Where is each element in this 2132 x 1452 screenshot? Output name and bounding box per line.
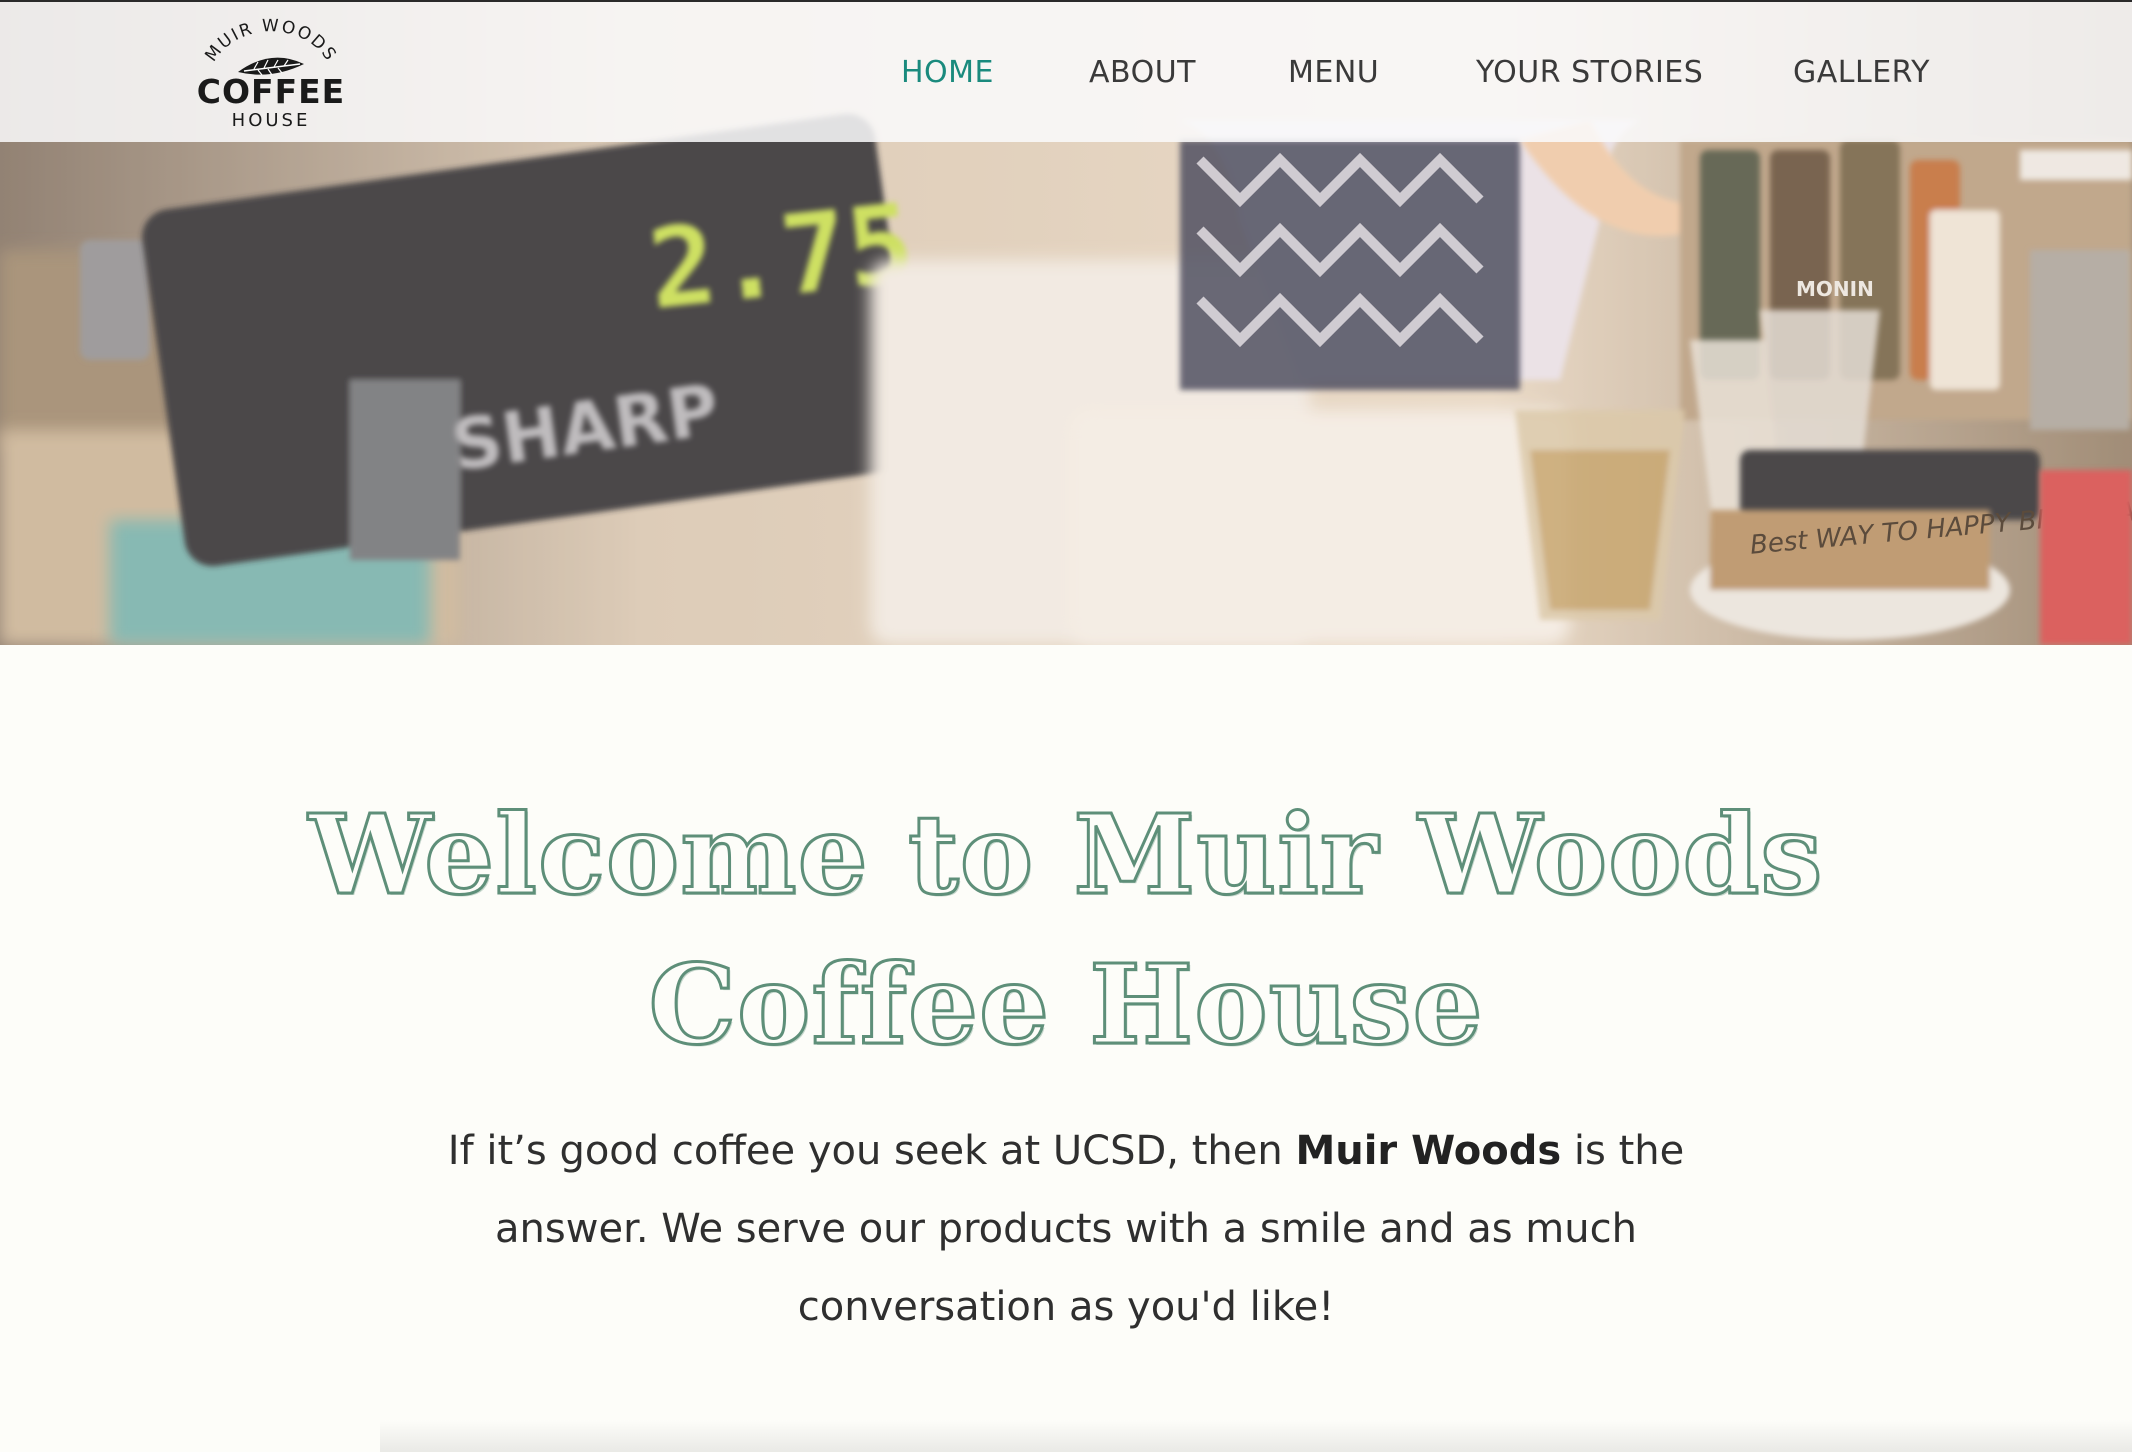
top-navbar: MUIR WOODS COFFEE HOUSE HOME ABOUT MENU … [0, 0, 2132, 142]
site-logo[interactable]: MUIR WOODS COFFEE HOUSE [196, 16, 346, 131]
intro-text-start: If it’s good coffee you seek at UCSD, th… [447, 1128, 1296, 1174]
nav-menu[interactable]: MENU [1288, 2, 1379, 144]
intro-brand-name: Muir Woods [1295, 1128, 1562, 1174]
nav-about[interactable]: ABOUT [1089, 2, 1196, 144]
nav-your-stories[interactable]: YOUR STORIES [1476, 2, 1703, 144]
logo-main-text: COFFEE [196, 72, 346, 111]
nav-home[interactable]: HOME [901, 2, 994, 144]
intro-paragraph: If it’s good coffee you seek at UCSD, th… [420, 1112, 1712, 1346]
logo-bottom-text: HOUSE [231, 110, 311, 131]
welcome-heading: Welcome to Muir Woods Coffee House [307, 789, 1824, 1071]
nav-gallery[interactable]: GALLERY [1793, 2, 1930, 144]
section-divider-shadow [380, 1420, 2132, 1452]
